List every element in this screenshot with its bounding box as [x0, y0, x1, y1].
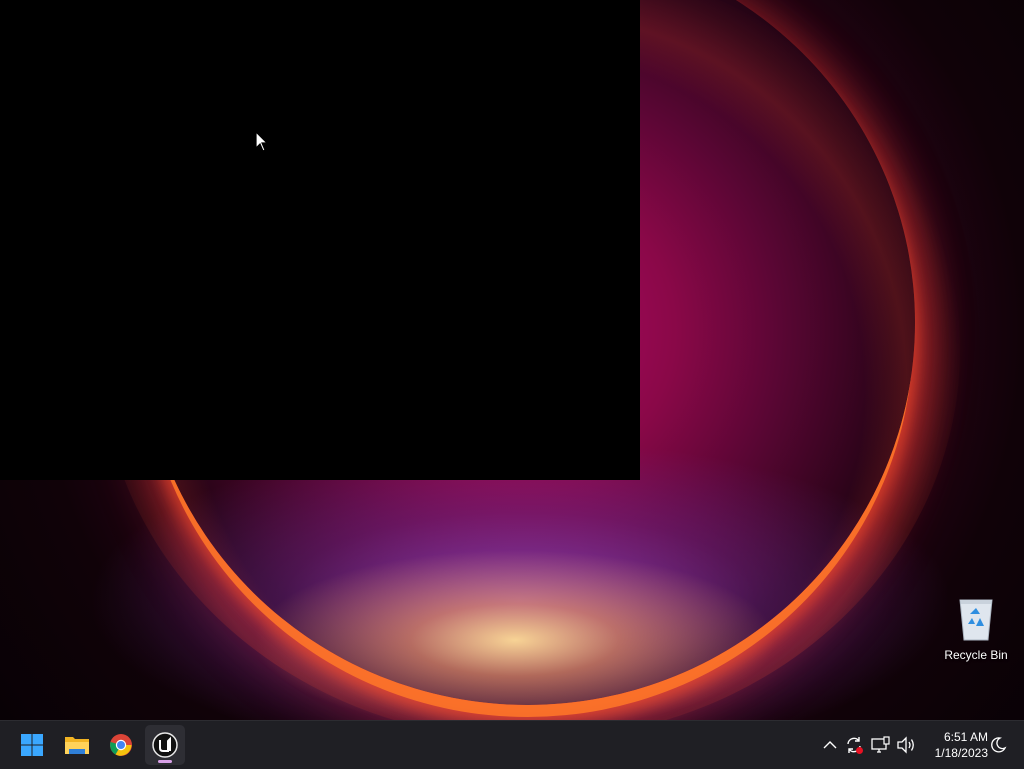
windows-start-icon	[21, 734, 43, 756]
mouse-cursor-icon	[255, 131, 269, 152]
sync-status-button[interactable]	[842, 733, 866, 757]
sync-status-icon	[847, 737, 863, 754]
taskbar-clock[interactable]: 6:51 AM 1/18/2023	[924, 729, 988, 761]
show-hidden-icons-button[interactable]	[818, 733, 842, 757]
start-button[interactable]	[12, 725, 52, 765]
file-explorer-button[interactable]	[57, 725, 97, 765]
active-app-indicator	[158, 760, 172, 763]
file-explorer-icon	[65, 737, 89, 754]
unreal-engine-icon	[152, 732, 178, 758]
blank-app-window[interactable]	[0, 0, 640, 480]
moon-icon	[991, 737, 1007, 753]
desktop-icon-recycle-bin[interactable]: Recycle Bin	[940, 594, 1012, 664]
volume-icon	[897, 736, 914, 754]
volume-button[interactable]	[894, 733, 918, 757]
network-icon	[871, 736, 890, 753]
clock-date: 1/18/2023	[934, 746, 988, 760]
chevron-up-icon	[823, 741, 837, 749]
unreal-engine-button[interactable]	[145, 725, 185, 765]
chrome-button[interactable]	[101, 725, 141, 765]
network-button[interactable]	[869, 733, 893, 757]
recycle-bin-label: Recycle Bin	[944, 648, 1008, 662]
chrome-icon	[110, 734, 132, 756]
focus-assist-button[interactable]	[986, 733, 1010, 757]
clock-time: 6:51 AM	[943, 730, 988, 744]
desktop-wallpaper[interactable]: Recycle Bin	[0, 0, 1024, 720]
recycle-bin-icon	[959, 599, 993, 641]
taskbar: 6:51 AM 1/18/2023	[0, 720, 1024, 769]
